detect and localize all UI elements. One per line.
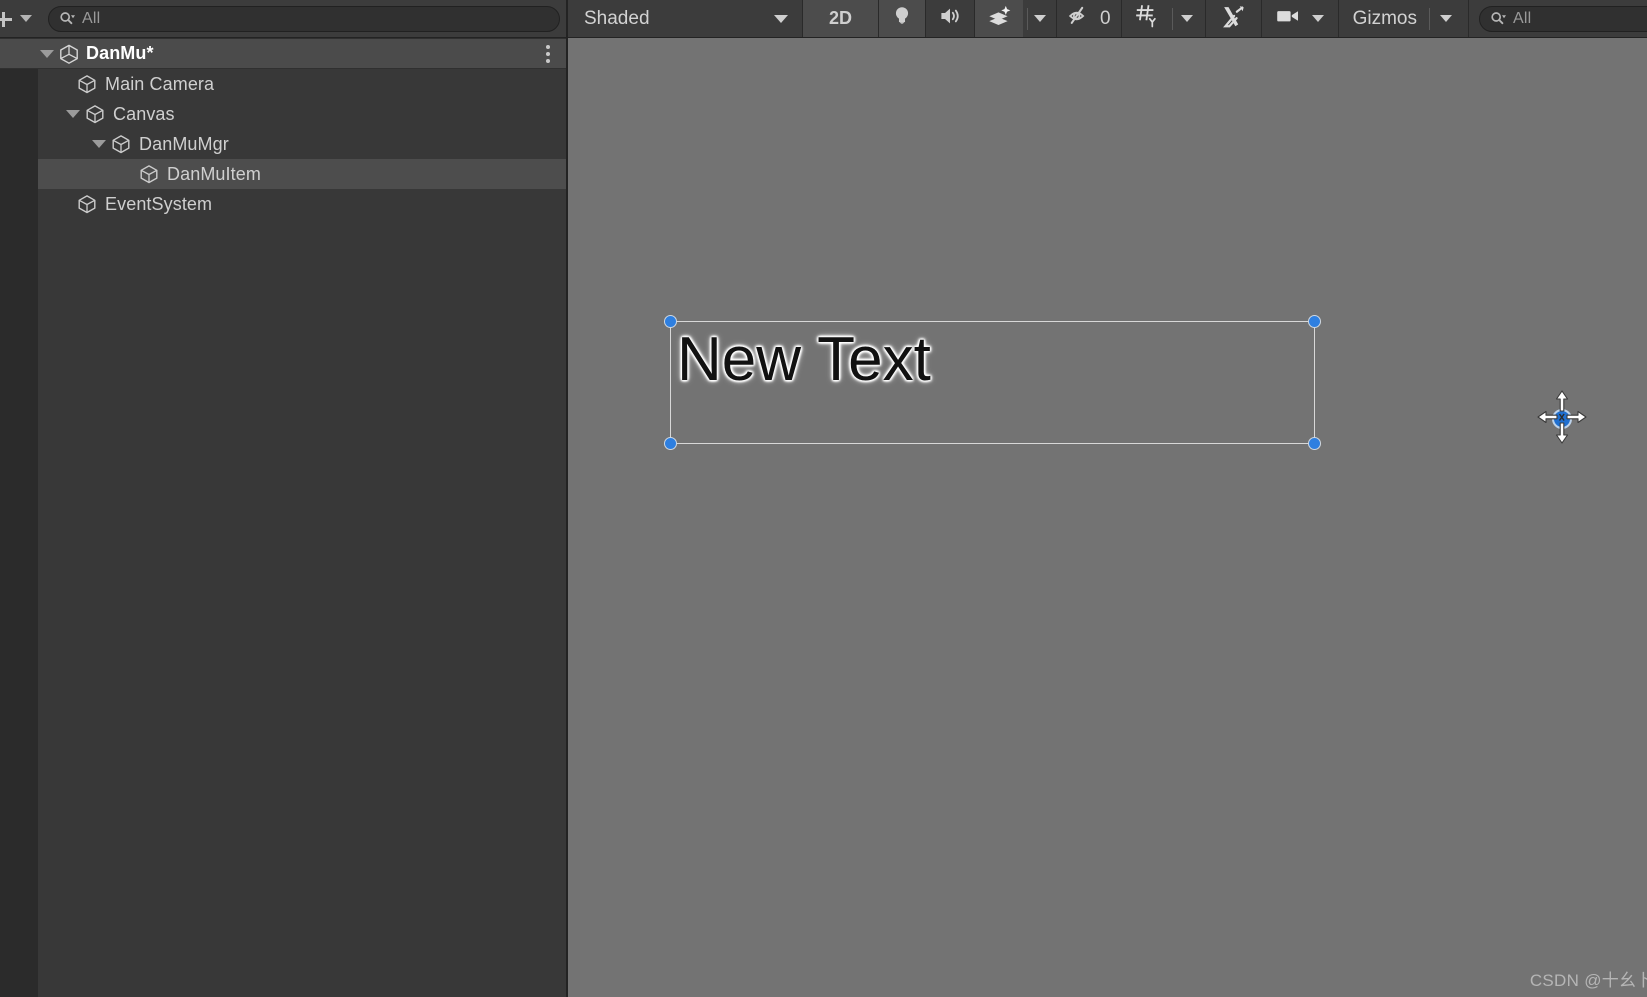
row-gutter xyxy=(0,69,38,99)
tools-icon xyxy=(1220,3,1247,35)
gameobject-cube-icon xyxy=(76,73,98,95)
scene-camera-icon xyxy=(1274,5,1304,32)
hierarchy-search-input[interactable]: All xyxy=(48,5,560,32)
kebab-dot xyxy=(546,51,550,56)
hierarchy-toolbar: All xyxy=(0,0,568,38)
toggle-effects-button[interactable] xyxy=(975,0,1024,37)
gameobject-cube-icon xyxy=(110,133,132,155)
plus-icon xyxy=(0,9,14,29)
fx-layers-icon xyxy=(985,3,1013,34)
two-d-group: 2D xyxy=(803,0,880,37)
recttransform-selection-outline[interactable]: New Text xyxy=(664,315,1321,450)
audio-group xyxy=(926,0,976,37)
twisty-expanded-icon[interactable] xyxy=(92,140,106,148)
chevron-down-icon xyxy=(774,14,788,23)
hierarchy-gutter xyxy=(0,107,38,997)
tree-row-label: DanMuItem xyxy=(167,163,261,184)
chevron-down-icon xyxy=(1034,15,1047,22)
tree-row-label: EventSystem xyxy=(105,193,213,214)
tree-row-label: DanMuMgr xyxy=(139,133,229,154)
scene-camera-button[interactable] xyxy=(1262,0,1310,37)
tree-row[interactable]: DanMuItem xyxy=(0,159,568,189)
rect-handle-bottom-left[interactable] xyxy=(664,437,677,450)
rect-handle-top-right[interactable] xyxy=(1308,315,1321,328)
grid-group xyxy=(1122,0,1206,37)
two-d-label: 2D xyxy=(829,8,853,28)
row-gutter xyxy=(0,159,38,189)
tree-row[interactable]: Canvas xyxy=(0,99,568,129)
gameobject-cube-icon xyxy=(84,103,106,125)
watermark-text: CSDN @十幺卜入 xyxy=(1529,971,1647,990)
gizmos-search-placeholder: All xyxy=(1513,9,1532,27)
gizmos-search-input[interactable]: All xyxy=(1479,5,1647,32)
draw-mode-label: Shaded xyxy=(584,7,650,29)
effects-dropdown[interactable] xyxy=(1032,0,1056,37)
scene-viewport[interactable]: New Text CSDN @十幺卜 xyxy=(568,38,1647,997)
scene-camera-dropdown[interactable] xyxy=(1310,0,1338,37)
hidden-objects-count: 0 xyxy=(1100,7,1111,29)
hierarchy-search-placeholder: All xyxy=(82,9,101,27)
scene-text-object[interactable]: New Text xyxy=(677,324,931,395)
hierarchy-tree: DanMu* Main Camera Canvas DanMuMgr DanMu… xyxy=(0,38,568,997)
tree-row[interactable]: Main Camera xyxy=(0,69,568,99)
effects-group xyxy=(975,0,1058,37)
component-tools-button[interactable] xyxy=(1206,0,1261,37)
gameobject-cube-icon xyxy=(76,193,98,215)
grid-axis-icon xyxy=(1134,2,1162,35)
unity-editor-window: All DanMu* Main Camera Canvas DanMuMgr D… xyxy=(0,0,1647,997)
draw-mode-dropdown[interactable]: Shaded xyxy=(568,0,802,37)
toggle-2d-button[interactable]: 2D xyxy=(803,0,879,37)
grid-dropdown[interactable] xyxy=(1177,0,1205,37)
row-gutter xyxy=(0,39,38,68)
chevron-down-icon xyxy=(1440,15,1452,22)
gizmos-label: Gizmos xyxy=(1352,7,1417,29)
speaker-icon xyxy=(936,3,964,34)
tree-row-label: DanMu* xyxy=(86,43,154,63)
toggle-audio-button[interactable] xyxy=(926,0,974,37)
gameobject-cube-icon xyxy=(138,163,160,185)
row-gutter xyxy=(0,189,38,219)
scene-camera-group xyxy=(1262,0,1339,37)
chevron-down-icon xyxy=(1311,15,1324,22)
twisty-expanded-icon[interactable] xyxy=(40,49,54,58)
toolbar-separator xyxy=(1429,7,1430,30)
twisty-expanded-icon[interactable] xyxy=(66,110,80,118)
search-icon xyxy=(59,11,76,26)
row-gutter xyxy=(0,99,38,129)
lighting-group xyxy=(879,0,927,37)
chevron-down-icon xyxy=(20,15,32,22)
lightbulb-icon xyxy=(889,3,915,34)
tree-row[interactable]: DanMu* xyxy=(0,38,568,69)
hidden-objects-group: 0 xyxy=(1057,0,1122,37)
scene-context-menu-button[interactable] xyxy=(546,44,550,63)
tree-row[interactable]: DanMuMgr xyxy=(0,129,568,159)
grid-snapping-button[interactable] xyxy=(1122,0,1168,37)
tree-row-label: Canvas xyxy=(113,103,175,124)
scene-view-panel: Shaded 2D 0 Gizmos All New Text CSDN @十幺… xyxy=(568,0,1647,997)
rect-handle-bottom-right[interactable] xyxy=(1308,437,1321,450)
row-gutter xyxy=(0,129,38,159)
rect-handle-top-left[interactable] xyxy=(664,315,677,328)
scene-toolbar: Shaded 2D 0 Gizmos All xyxy=(568,0,1647,38)
eye-slash-icon xyxy=(1067,4,1097,33)
toolbar-separator xyxy=(1027,7,1029,30)
kebab-dot xyxy=(546,44,550,49)
hierarchy-panel: All DanMu* Main Camera Canvas DanMuMgr D… xyxy=(0,0,568,997)
hidden-objects-button[interactable]: 0 xyxy=(1057,0,1121,37)
chevron-down-icon xyxy=(1180,15,1193,22)
toggle-lighting-button[interactable] xyxy=(879,0,926,37)
gizmos-group: Gizmos xyxy=(1339,0,1469,37)
create-button[interactable] xyxy=(0,5,32,33)
draw-mode-group: Shaded xyxy=(568,0,803,37)
unity-scene-icon xyxy=(58,43,80,65)
tree-row-label: Main Camera xyxy=(105,73,215,94)
pivot-dot[interactable] xyxy=(1552,409,1572,429)
gizmos-button[interactable]: Gizmos xyxy=(1339,0,1425,37)
toolbar-separator xyxy=(1171,7,1173,30)
search-icon xyxy=(1490,11,1507,26)
kebab-dot xyxy=(546,58,550,63)
tools-group xyxy=(1206,0,1262,37)
tree-row[interactable]: EventSystem xyxy=(0,189,568,219)
gizmos-dropdown[interactable] xyxy=(1434,0,1468,37)
